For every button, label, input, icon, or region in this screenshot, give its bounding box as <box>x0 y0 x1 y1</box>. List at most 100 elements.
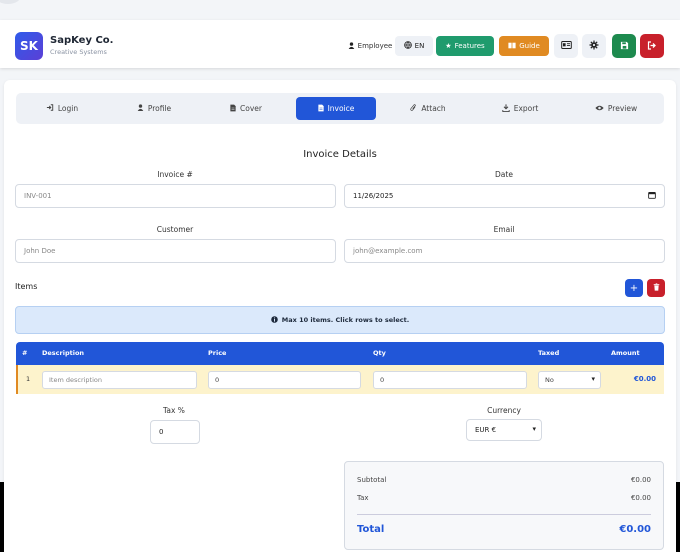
col-description: Description <box>42 349 85 357</box>
invoice-icon <box>317 104 324 114</box>
total-row: Total €0.00 <box>357 524 651 535</box>
currency-value: EUR € <box>475 426 497 434</box>
gear-icon <box>589 40 599 52</box>
subtotal-row: Subtotal €0.00 <box>357 476 651 484</box>
logo: SK <box>15 32 43 60</box>
app-page: SK SapKey Co. Creative Systems Employee … <box>0 0 680 552</box>
subtotal-value: €0.00 <box>630 476 651 484</box>
download-icon <box>502 103 510 114</box>
language-label: EN <box>414 42 425 50</box>
email-field[interactable]: john@example.com <box>344 239 665 263</box>
tax-total-value: €0.00 <box>630 494 651 502</box>
id-card-icon <box>560 41 572 51</box>
brand-subtitle: Creative Systems <box>50 48 107 56</box>
info-text: Max 10 items. Click rows to select. <box>281 316 410 324</box>
price-input[interactable]: 0 <box>208 371 361 389</box>
date-label: Date <box>495 170 513 179</box>
customer-input[interactable]: John Doe <box>15 239 336 263</box>
date-input[interactable]: 11/26/2025 <box>344 184 665 208</box>
paperclip-icon <box>410 103 417 114</box>
tab-profile[interactable]: Profile <box>114 97 194 120</box>
taxed-value: No <box>545 376 554 384</box>
chevron-down-icon: ▾ <box>532 425 536 433</box>
tax-total-label: Tax <box>357 494 369 502</box>
totals-summary: Subtotal €0.00 Tax €0.00 Total €0.00 <box>344 461 664 550</box>
logout-icon <box>647 40 657 52</box>
user-icon <box>348 41 355 51</box>
brand-name: SapKey Co. <box>50 35 114 46</box>
qty-input[interactable]: 0 <box>373 371 527 389</box>
customer-label: Customer <box>156 225 194 234</box>
subtotal-label: Subtotal <box>357 476 387 484</box>
description-input[interactable]: Item description <box>42 371 197 389</box>
tab-invoice[interactable]: Invoice <box>296 97 376 120</box>
tab-label: Export <box>513 104 539 113</box>
info-icon <box>271 315 278 325</box>
col-price: Price <box>208 349 227 357</box>
tax-input[interactable]: 0 <box>150 420 200 444</box>
trash-icon <box>653 282 660 294</box>
items-table-header: # Description Price Qty Taxed Amount <box>16 342 664 365</box>
language-button[interactable]: EN <box>395 36 433 56</box>
settings-button[interactable] <box>582 34 606 58</box>
table-row[interactable]: 1 Item description 0 0 No ▾ €0.00 <box>16 365 664 394</box>
chevron-down-icon: ▾ <box>591 375 595 383</box>
app-header: SK SapKey Co. Creative Systems Employee … <box>0 20 680 68</box>
col-qty: Qty <box>373 349 386 357</box>
tab-attach[interactable]: Attach <box>388 97 468 120</box>
tab-export[interactable]: Export <box>480 97 560 120</box>
tax-label: Tax % <box>163 406 185 415</box>
delete-item-button[interactable] <box>647 279 665 297</box>
total-label: Total <box>357 524 385 535</box>
guide-label: Guide <box>519 42 540 50</box>
role-label: Employee <box>357 42 393 50</box>
total-value: €0.00 <box>619 524 651 535</box>
divider <box>357 514 651 515</box>
currency-select[interactable]: EUR € ▾ <box>466 419 542 441</box>
add-item-button[interactable]: + <box>625 279 643 297</box>
col-taxed: Taxed <box>538 349 560 357</box>
guide-button[interactable]: Guide <box>499 36 549 56</box>
logout-button[interactable] <box>640 34 664 58</box>
eye-icon <box>595 104 604 113</box>
tab-preview[interactable]: Preview <box>576 97 656 120</box>
tab-label: Cover <box>240 104 262 113</box>
tab-label: Profile <box>147 104 172 113</box>
info-banner: Max 10 items. Click rows to select. <box>15 306 665 334</box>
tab-label: Invoice <box>327 104 355 113</box>
tab-label: Preview <box>607 104 638 113</box>
section-title: Invoice Details <box>303 149 377 160</box>
tab-label: Attach <box>421 104 446 113</box>
items-label: Items <box>15 282 38 291</box>
tax-row: Tax €0.00 <box>357 494 651 502</box>
taxed-select[interactable]: No ▾ <box>538 371 601 389</box>
login-icon <box>46 104 54 113</box>
calendar-icon[interactable] <box>648 191 656 201</box>
document-icon <box>230 104 236 114</box>
tab-label: Login <box>57 104 79 113</box>
save-button[interactable] <box>612 34 636 58</box>
col-amount: Amount <box>611 349 640 357</box>
features-button[interactable]: ★ Features <box>436 36 494 56</box>
star-icon: ★ <box>445 42 452 50</box>
col-num: # <box>22 349 28 357</box>
tab-cover[interactable]: Cover <box>206 97 286 120</box>
book-icon <box>508 42 516 51</box>
tab-login[interactable]: Login <box>22 97 102 120</box>
invoice-number-label: Invoice # <box>157 170 193 179</box>
id-card-button[interactable] <box>554 34 578 58</box>
currency-label: Currency <box>487 406 521 415</box>
invoice-number-input[interactable]: INV-001 <box>15 184 336 208</box>
plus-icon: + <box>629 282 639 294</box>
step-tabs: Login Profile Cover Invoice Attach Expor… <box>16 93 664 124</box>
globe-icon <box>403 41 412 51</box>
avatar <box>0 0 22 4</box>
user-icon <box>137 104 144 113</box>
features-label: Features <box>454 42 485 50</box>
invoice-card: Login Profile Cover Invoice Attach Expor… <box>4 80 676 552</box>
date-value: 11/26/2025 <box>353 192 394 200</box>
email-label: Email <box>493 225 515 234</box>
save-icon <box>620 41 629 52</box>
role-indicator: Employee <box>348 36 392 56</box>
row-amount: €0.00 <box>633 375 656 383</box>
